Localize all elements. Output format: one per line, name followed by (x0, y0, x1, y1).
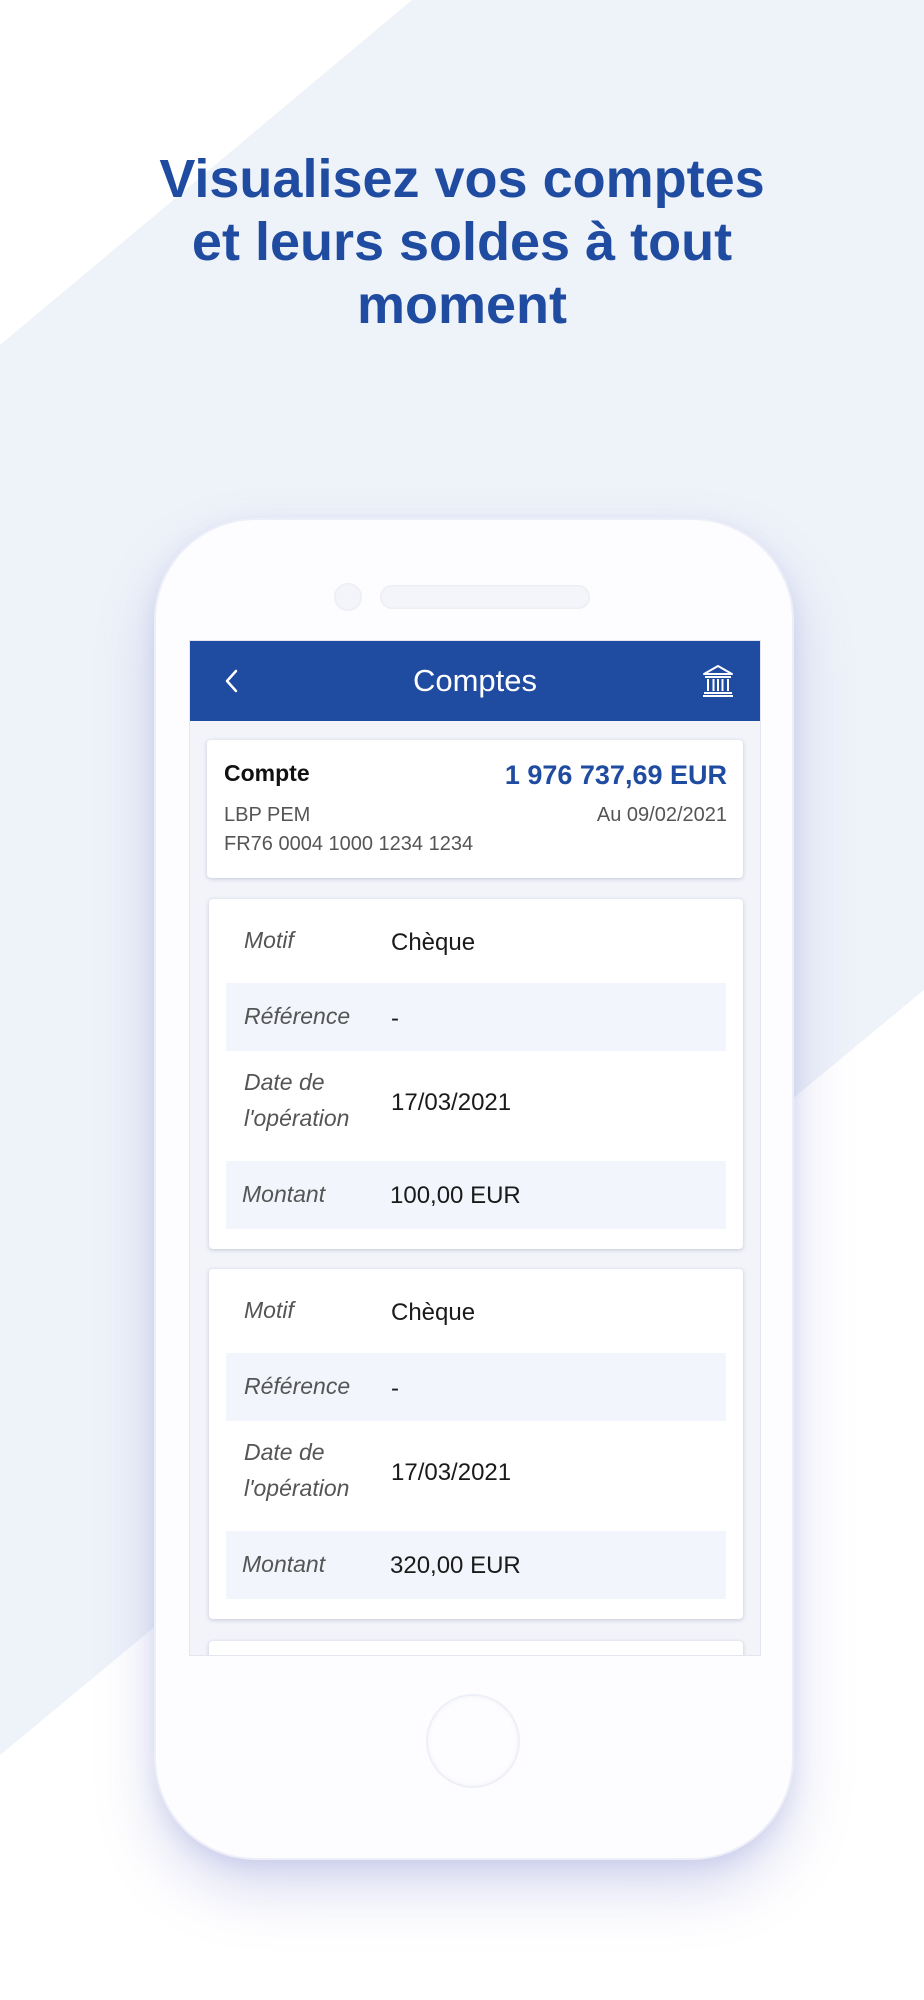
app-screen: Comptes Compte 1 976 737,69 EUR LBP PEM … (189, 640, 761, 1656)
headline-line-2: et leurs soldes à tout (191, 212, 733, 272)
phone-home-button (428, 1696, 518, 1786)
motif-row: Motif Chèque (226, 899, 726, 983)
bank-icon (703, 665, 733, 697)
phone-camera (334, 583, 362, 611)
app-bar: Comptes (190, 641, 760, 721)
account-name: Compte (224, 760, 310, 786)
reference-row: Référence - (226, 1353, 726, 1421)
account-label: LBP PEM (224, 804, 311, 826)
motif-value: Chèque (391, 1299, 476, 1326)
reference-value: - (391, 1375, 399, 1402)
account-card[interactable]: Compte 1 976 737,69 EUR LBP PEM Au 09/02… (207, 740, 743, 878)
page-title: Comptes (412, 663, 538, 698)
headline-line-3: moment (356, 275, 567, 335)
date-label-line-1: Date de (244, 1439, 325, 1465)
bank-button[interactable] (700, 663, 736, 699)
date-label-line-2: l'opération (244, 1105, 350, 1131)
reference-label: Référence (244, 1003, 351, 1029)
date-row: Date de l'opération 17/03/2021 (226, 1051, 726, 1157)
date-value: 17/03/2021 (391, 1089, 512, 1116)
date-value: 17/03/2021 (391, 1459, 512, 1486)
balance-date: Au 09/02/2021 (596, 804, 727, 826)
amount-label: Montant (242, 1551, 326, 1577)
operation-card-partial[interactable] (209, 1641, 743, 1655)
amount-label: Montant (242, 1181, 326, 1207)
back-button[interactable] (216, 665, 248, 697)
date-label-line-1: Date de (244, 1069, 325, 1095)
operation-card[interactable]: Motif Chèque Référence - Date de l'opéra… (209, 899, 743, 1249)
headline: Visualisez vos comptes et leurs soldes à… (0, 148, 924, 337)
reference-label: Référence (244, 1373, 351, 1399)
amount-value: 100,00 EUR (390, 1182, 521, 1209)
date-label-line-2: l'opération (244, 1475, 350, 1501)
date-row: Date de l'opération 17/03/2021 (226, 1421, 726, 1527)
chevron-left-icon (225, 669, 238, 693)
account-iban: FR76 0004 1000 1234 1234 (224, 833, 474, 855)
amount-row: Montant 320,00 EUR (226, 1531, 726, 1599)
motif-value: Chèque (391, 929, 476, 956)
motif-label: Motif (244, 1297, 294, 1323)
reference-value: - (391, 1005, 399, 1032)
headline-line-1: Visualisez vos comptes (159, 149, 765, 209)
phone-speaker (380, 585, 590, 609)
amount-value: 320,00 EUR (390, 1552, 521, 1579)
reference-row: Référence - (226, 983, 726, 1051)
amount-row: Montant 100,00 EUR (226, 1161, 726, 1229)
operation-card[interactable]: Motif Chèque Référence - Date de l'opéra… (209, 1269, 743, 1619)
account-balance: 1 976 737,69 EUR (504, 760, 727, 790)
motif-label: Motif (244, 927, 294, 953)
motif-row: Motif Chèque (226, 1269, 726, 1353)
